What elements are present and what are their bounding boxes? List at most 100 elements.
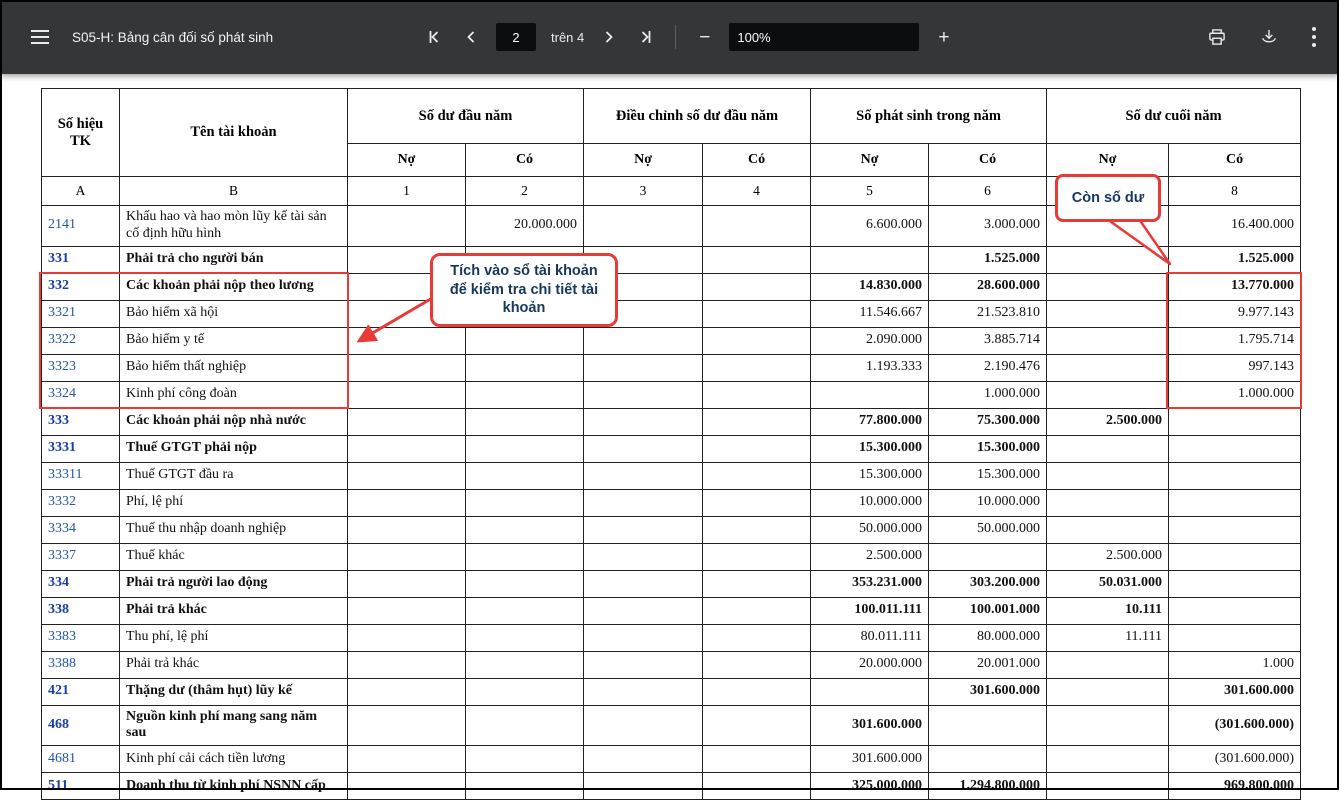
table-row: 3332Phí, lệ phí10.000.00010.000.000: [42, 489, 1301, 516]
value-cell: [348, 206, 466, 247]
value-cell: [584, 597, 703, 624]
account-code-link[interactable]: 3322: [42, 327, 120, 354]
value-cell: [1169, 516, 1301, 543]
account-code-link[interactable]: 338: [42, 597, 120, 624]
value-cell: 75.300.000: [929, 408, 1047, 435]
account-code-link[interactable]: 332: [42, 273, 120, 300]
table-row: 468Nguồn kinh phí mang sang năm sau301.6…: [42, 705, 1301, 746]
header-debit: Nợ: [1047, 144, 1169, 177]
value-cell: [1169, 435, 1301, 462]
value-cell: [811, 246, 929, 273]
value-cell: [703, 489, 811, 516]
account-name-cell: Phải trả khác: [120, 597, 348, 624]
download-button[interactable]: [1255, 23, 1283, 51]
value-cell: [584, 705, 703, 746]
value-cell: [348, 543, 466, 570]
table-row: 332Các khoản phải nộp theo lương14.830.0…: [42, 273, 1301, 300]
value-cell: [1169, 624, 1301, 651]
value-cell: [1169, 489, 1301, 516]
value-cell: [466, 462, 584, 489]
account-code-link[interactable]: 333: [42, 408, 120, 435]
value-cell: [703, 624, 811, 651]
last-page-button[interactable]: [634, 25, 658, 49]
account-code-link[interactable]: 468: [42, 705, 120, 746]
account-code-link[interactable]: 334: [42, 570, 120, 597]
value-cell: 1.525.000: [929, 246, 1047, 273]
value-cell: 10.111: [1047, 597, 1169, 624]
value-cell: 100.011.111: [811, 597, 929, 624]
account-name-cell: Nguồn kinh phí mang sang năm sau: [120, 705, 348, 746]
account-code-link[interactable]: 4681: [42, 746, 120, 773]
page-number-input[interactable]: [496, 23, 536, 51]
last-page-icon: [638, 29, 654, 45]
value-cell: [466, 516, 584, 543]
account-code-link[interactable]: 3334: [42, 516, 120, 543]
account-code-link[interactable]: 3337: [42, 543, 120, 570]
zoom-level[interactable]: 100%: [729, 23, 919, 51]
account-code-link[interactable]: 3324: [42, 381, 120, 408]
value-cell: (301.600.000): [1169, 705, 1301, 746]
value-cell: [703, 543, 811, 570]
header-credit: Có: [1169, 144, 1301, 177]
header-opening-balance: Số dư đầu năm: [348, 89, 584, 144]
value-cell: [348, 773, 466, 800]
value-cell: [348, 746, 466, 773]
account-code-link[interactable]: 3321: [42, 300, 120, 327]
header-debit: Nợ: [584, 144, 703, 177]
value-cell: 1.000.000: [929, 381, 1047, 408]
account-name-cell: Kinh phí cải cách tiền lương: [120, 746, 348, 773]
value-cell: [584, 354, 703, 381]
value-cell: 3.885.714: [929, 327, 1047, 354]
account-name-cell: Thuế GTGT phải nộp: [120, 435, 348, 462]
zoom-out-button[interactable]: −: [693, 26, 716, 49]
value-cell: 100.001.000: [929, 597, 1047, 624]
column-letter: A: [42, 177, 120, 206]
value-cell: [584, 462, 703, 489]
value-cell: 1.193.333: [811, 354, 929, 381]
report-table-body: 2141Khấu hao và hao mòn lũy kế tài sản c…: [42, 206, 1301, 800]
account-code-link[interactable]: 3332: [42, 489, 120, 516]
value-cell: 20.001.000: [929, 651, 1047, 678]
value-cell: [348, 381, 466, 408]
account-code-link[interactable]: 3331: [42, 435, 120, 462]
value-cell: 80.000.000: [929, 624, 1047, 651]
value-cell: 325.000.000: [811, 773, 929, 800]
value-cell: [1047, 381, 1169, 408]
document-title: S05-H: Bảng cân đối số phát sinh: [72, 30, 273, 45]
account-name-cell: Khấu hao và hao mòn lũy kế tài sản cố đị…: [120, 206, 348, 247]
value-cell: [348, 462, 466, 489]
value-cell: [1047, 678, 1169, 705]
value-cell: [466, 624, 584, 651]
value-cell: [1047, 489, 1169, 516]
account-code-link[interactable]: 3388: [42, 651, 120, 678]
account-code-link[interactable]: 2141: [42, 206, 120, 247]
next-page-button[interactable]: [597, 25, 621, 49]
menu-button[interactable]: [26, 25, 54, 49]
value-cell: [929, 543, 1047, 570]
account-name-cell: Thặng dư (thâm hụt) lũy kế: [120, 678, 348, 705]
account-code-link[interactable]: 3323: [42, 354, 120, 381]
header-debit: Nợ: [348, 144, 466, 177]
previous-page-button[interactable]: [459, 25, 483, 49]
value-cell: 1.294.800.000: [929, 773, 1047, 800]
value-cell: [466, 327, 584, 354]
account-code-link[interactable]: 331: [42, 246, 120, 273]
account-code-link[interactable]: 421: [42, 678, 120, 705]
print-button[interactable]: [1203, 23, 1231, 51]
value-cell: [1047, 746, 1169, 773]
zoom-in-button[interactable]: +: [932, 26, 955, 49]
account-name-cell: Thuế khác: [120, 543, 348, 570]
value-cell: 2.190.476: [929, 354, 1047, 381]
value-cell: 21.523.810: [929, 300, 1047, 327]
value-cell: [584, 408, 703, 435]
value-cell: [348, 624, 466, 651]
first-page-button[interactable]: [422, 25, 446, 49]
header-debit: Nợ: [811, 144, 929, 177]
account-code-link[interactable]: 3383: [42, 624, 120, 651]
value-cell: [1047, 462, 1169, 489]
account-code-link[interactable]: 511: [42, 773, 120, 800]
table-row: 3383Thu phí, lệ phí80.011.11180.000.0001…: [42, 624, 1301, 651]
account-code-link[interactable]: 33311: [42, 462, 120, 489]
more-options-button[interactable]: [1307, 22, 1321, 52]
value-cell: [1169, 408, 1301, 435]
